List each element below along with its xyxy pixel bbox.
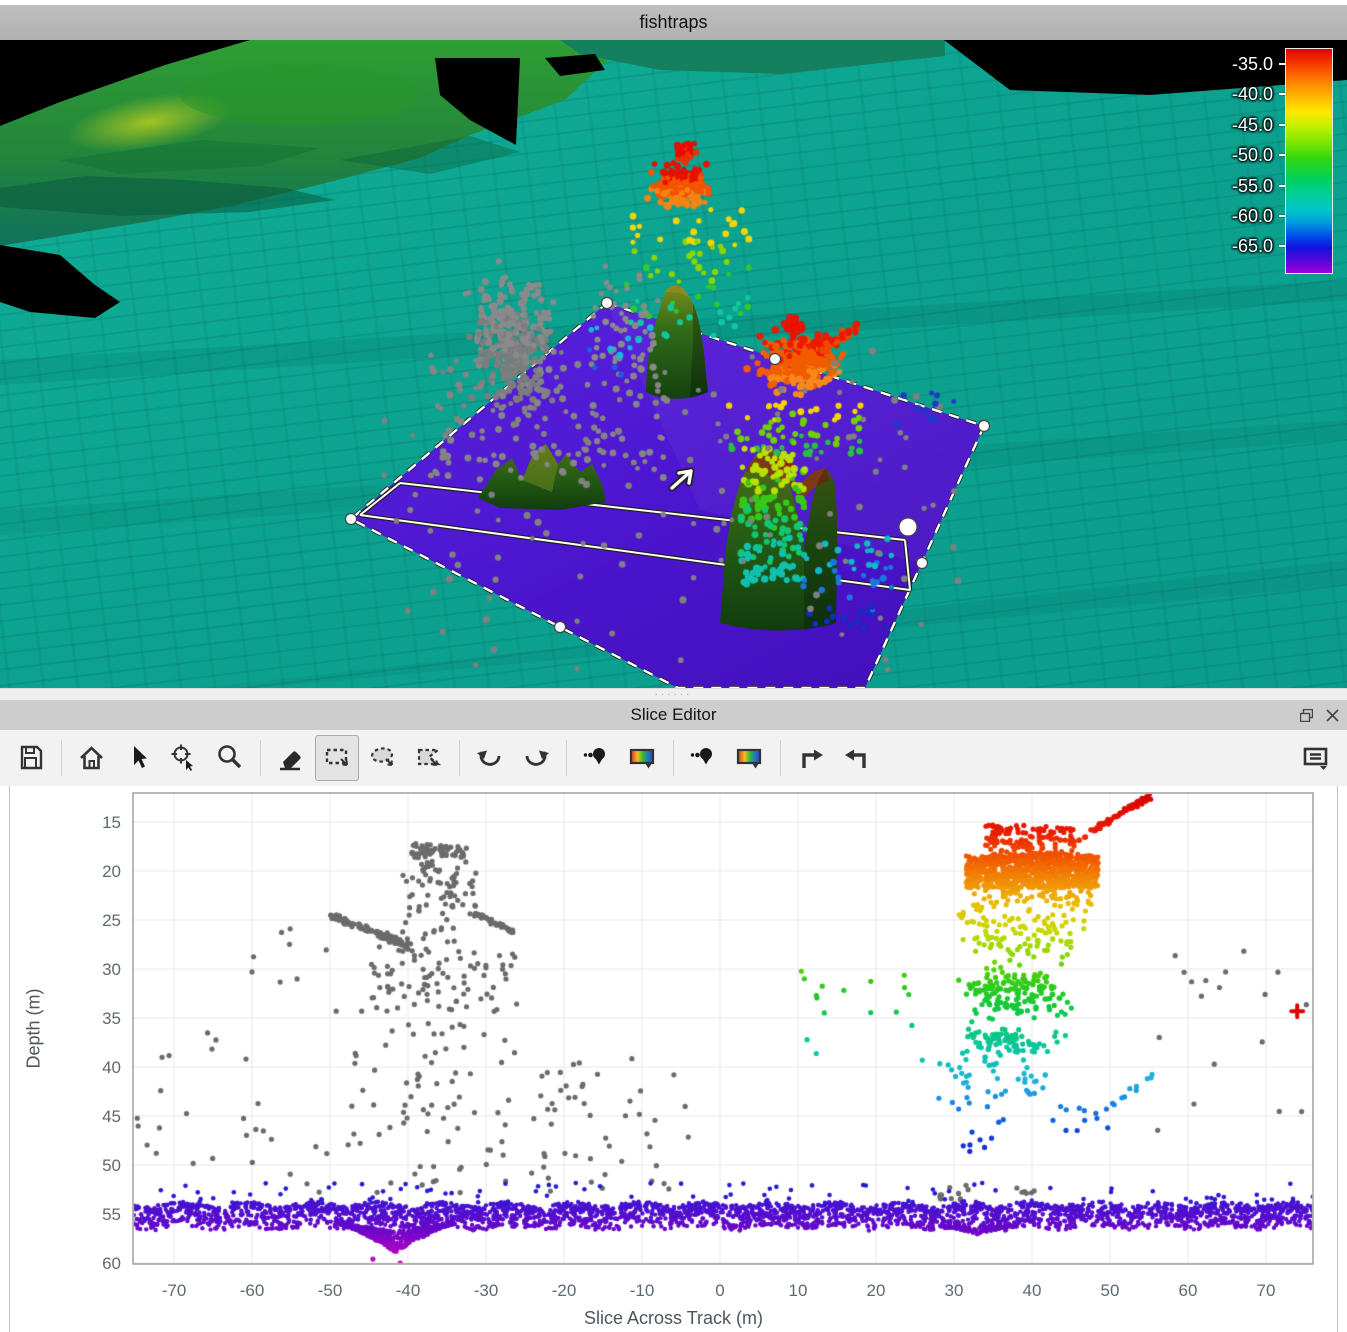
slice-editor-title-bar: Slice Editor: [0, 700, 1347, 730]
polygon-select-button[interactable]: [407, 735, 451, 781]
zoom-button[interactable]: [208, 735, 252, 781]
erase-icon: [278, 750, 302, 771]
toolbar-separator: [459, 740, 460, 776]
accept-soundings-icon: [583, 748, 605, 765]
display-options-icon: [1303, 747, 1329, 772]
colormap-accept-button[interactable]: [621, 735, 665, 781]
lasso-select-button[interactable]: [361, 735, 405, 781]
polygon-select-icon: [417, 748, 440, 767]
slice-handle[interactable]: [977, 419, 991, 433]
float-panel-button[interactable]: [1297, 706, 1315, 724]
zoom-icon: [217, 744, 242, 769]
colormap-reject-icon: [736, 748, 762, 770]
next-slice-button[interactable]: [789, 735, 833, 781]
view3d-title-bar: fishtraps: [0, 5, 1347, 40]
x-axis-title: Slice Across Track (m): [583, 1308, 764, 1328]
toolbar-separator: [566, 740, 567, 776]
toolbar-separator: [260, 740, 261, 776]
home-view-button[interactable]: [70, 735, 114, 781]
display-options-button[interactable]: [1294, 735, 1338, 781]
slice-handle[interactable]: [600, 296, 614, 310]
accept-soundings-button[interactable]: [575, 735, 619, 781]
pick-point-icon: [170, 743, 194, 772]
previous-slice-button[interactable]: [835, 735, 879, 781]
save-icon: [20, 745, 43, 770]
slice-editor-toolbar: [0, 730, 1347, 786]
redo-button[interactable]: [514, 735, 558, 781]
close-panel-button[interactable]: [1323, 706, 1341, 724]
redo-icon: [525, 749, 551, 766]
rectangle-select-button[interactable]: [315, 735, 359, 781]
view3d-title: fishtraps: [639, 12, 708, 32]
y-axis-title: Depth (m): [23, 988, 44, 1069]
select-cursor-button[interactable]: [116, 735, 160, 781]
erase-button[interactable]: [269, 735, 313, 781]
toolbar-separator: [61, 740, 62, 776]
slice-handle[interactable]: [898, 517, 918, 537]
cursor-arrow-icon: [668, 467, 695, 492]
home-view-icon: [79, 746, 104, 770]
undo-icon: [475, 749, 501, 766]
colormap-accept-icon: [629, 748, 655, 770]
toolbar-separator: [673, 740, 674, 776]
splitter-grip-icon: ······: [654, 689, 693, 700]
reject-soundings-icon: [690, 748, 712, 765]
slice-editor-title: Slice Editor: [630, 705, 717, 724]
slice-handle[interactable]: [915, 556, 929, 570]
lasso-select-icon: [370, 746, 394, 767]
pick-point-button[interactable]: [162, 735, 206, 781]
select-cursor-icon: [134, 746, 147, 768]
slice-plot-area[interactable]: -70-60-50-40-30-20-100102030405060701520…: [0, 786, 1347, 1332]
slice-handle[interactable]: [768, 352, 782, 366]
undo-button[interactable]: [468, 735, 512, 781]
slice-handle[interactable]: [553, 620, 567, 634]
rectangle-select-icon: [325, 748, 349, 767]
colormap-reject-button[interactable]: [728, 735, 772, 781]
scene-overlay: [344, 296, 991, 634]
scene-3d-viewport[interactable]: -35.0 -40.0 -45.0 -50.0 -55.0 -60.0 -65.0: [0, 40, 1347, 688]
slice-plane-handles[interactable]: [344, 296, 991, 634]
slice-handle[interactable]: [344, 512, 358, 526]
next-slice-icon: [802, 747, 825, 770]
slice-plot-points[interactable]: [0, 786, 1347, 1332]
reject-soundings-button[interactable]: [682, 735, 726, 781]
previous-slice-icon: [843, 747, 866, 770]
save-button[interactable]: [9, 735, 53, 781]
toolbar-separator: [780, 740, 781, 776]
